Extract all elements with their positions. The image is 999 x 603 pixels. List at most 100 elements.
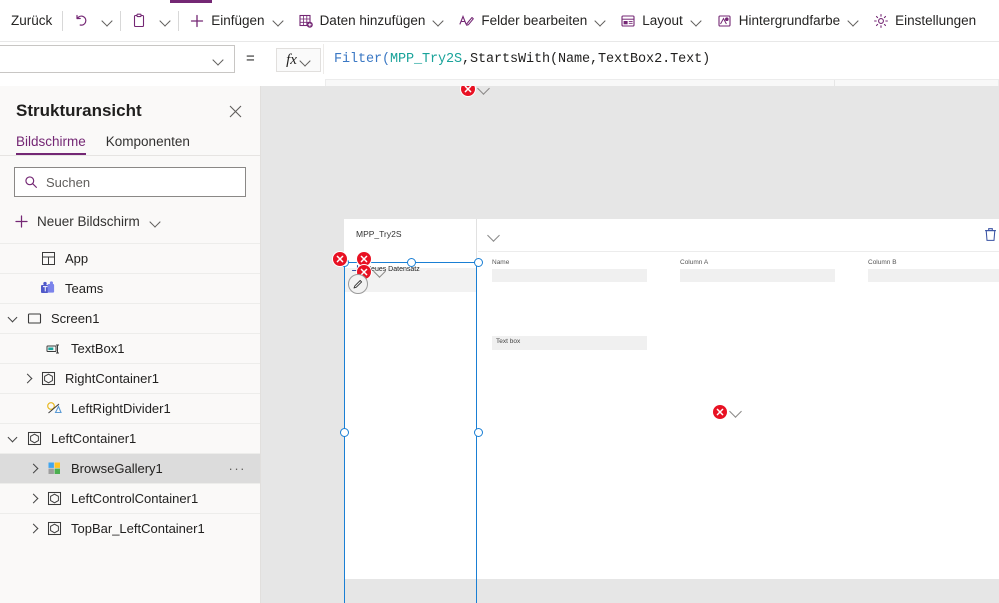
error-badge-left[interactable] — [332, 251, 348, 267]
resize-handle-top-right[interactable] — [474, 258, 483, 267]
form-field-input[interactable] — [868, 269, 999, 282]
tree-view-header: Strukturansicht — [0, 86, 260, 126]
toolbar-divider — [178, 10, 180, 31]
chevron-right-icon[interactable] — [26, 521, 42, 537]
form-field-label: Column B — [868, 259, 897, 266]
search-icon — [24, 175, 38, 189]
resize-handle-middle-left[interactable] — [340, 428, 349, 437]
chevron-down-icon[interactable] — [6, 431, 22, 447]
tree-item-label: BrowseGallery1 — [71, 461, 163, 476]
form-field-name: Name — [478, 259, 666, 282]
paste-button[interactable] — [124, 5, 154, 37]
powerapps-studio: Zurück Einfügen Daten hinzufügen Felder … — [0, 0, 999, 603]
chevron-down-icon — [300, 55, 311, 66]
formula-token-table: MPP_Try2S — [390, 51, 463, 67]
insert-button[interactable]: Einfügen — [182, 5, 290, 37]
search-input[interactable]: Suchen — [14, 167, 246, 197]
app-canvas[interactable]: MPP_Try2S Neues Datensatz Name Column A … — [261, 86, 999, 603]
close-icon[interactable] — [224, 100, 246, 122]
resize-handle-middle-right[interactable] — [474, 428, 483, 437]
detail-form-toolbar — [478, 219, 999, 252]
error-badge-textbox[interactable] — [712, 404, 728, 420]
tree-item-leftcontrolcontainer1[interactable]: LeftControlContainer1 — [0, 483, 260, 513]
search-container: Suchen — [0, 156, 260, 197]
resize-handle-top-middle[interactable] — [407, 258, 416, 267]
chevron-down-icon — [433, 15, 444, 26]
caret-placeholder — [26, 341, 42, 357]
tree-item-label: App — [65, 251, 89, 266]
new-screen-button[interactable]: Neuer Bildschirm — [0, 204, 260, 238]
teams-icon — [38, 281, 58, 296]
background-color-button[interactable]: Hintergrundfarbe — [709, 5, 866, 37]
tab-components[interactable]: Komponenten — [106, 134, 190, 155]
tree-item-browsegallery1[interactable]: BrowseGallery1 ··· — [0, 453, 260, 483]
active-tab-indicator — [170, 0, 212, 3]
back-button-label: Zurück — [11, 13, 53, 28]
insert-label: Einfügen — [211, 13, 265, 28]
container-icon — [38, 371, 58, 386]
chevron-down-icon — [848, 15, 859, 26]
tree-item-teams[interactable]: Teams — [0, 273, 260, 303]
layout-icon — [620, 13, 636, 29]
selection-rectangle[interactable] — [340, 258, 483, 603]
tab-screens-label: Bildschirme — [16, 134, 86, 149]
back-button[interactable]: Zurück — [4, 5, 59, 37]
chevron-down-icon — [213, 54, 224, 65]
tree-item-textbox1[interactable]: TextBox1 — [0, 333, 260, 363]
tree-item-rightcontainer1[interactable]: RightContainer1 — [0, 363, 260, 393]
caret-placeholder — [20, 251, 36, 267]
detail-form: Name Column A Column B Text box — [478, 219, 999, 579]
formula-token-rest: ,StartsWith(Name,TextBox2.Text) — [462, 51, 711, 67]
formula-equals-sign: = — [246, 50, 255, 67]
chevron-right-icon[interactable] — [20, 371, 36, 387]
chevron-down-icon[interactable] — [6, 311, 22, 327]
fx-button[interactable]: fx — [276, 48, 321, 72]
tree-item-list: App Teams Screen1 TextBox1 RightContaine… — [0, 243, 260, 543]
settings-button[interactable]: Einstellungen — [866, 5, 983, 37]
add-data-button[interactable]: Daten hinzufügen — [291, 5, 452, 37]
tab-screens[interactable]: Bildschirme — [16, 134, 86, 155]
tree-item-leftcontainer1[interactable]: LeftContainer1 — [0, 423, 260, 453]
formula-token-function: Filter( — [334, 51, 391, 67]
tree-item-app[interactable]: App — [0, 243, 260, 273]
property-selector[interactable]: ns — [0, 45, 235, 73]
error-badge-gallery-title[interactable] — [460, 86, 476, 97]
undo-button[interactable] — [66, 5, 96, 37]
tree-item-more-button[interactable]: ··· — [229, 461, 247, 476]
chevron-down-icon[interactable] — [488, 230, 500, 242]
formula-input[interactable]: Filter(MPP_Try2S ,StartsWith(Name,TextBox… — [323, 44, 999, 74]
tab-components-label: Komponenten — [105, 134, 190, 149]
edit-fields-label: Felder bearbeiten — [481, 13, 588, 28]
detail-form-actions — [984, 227, 999, 247]
chevron-right-icon[interactable] — [26, 491, 42, 507]
form-field-input[interactable] — [680, 269, 835, 282]
undo-dropdown[interactable] — [96, 5, 117, 37]
chevron-down-icon — [102, 15, 113, 26]
chevron-right-icon[interactable] — [26, 461, 42, 477]
toolbar-divider — [62, 10, 64, 31]
trash-icon[interactable] — [984, 227, 997, 247]
tree-item-topbar-leftcontainer1[interactable]: TopBar_LeftContainer1 — [0, 513, 260, 543]
caret-placeholder — [20, 281, 36, 297]
chevron-down-icon — [160, 15, 171, 26]
edit-fields-button[interactable]: Felder bearbeiten — [451, 5, 613, 37]
search-placeholder: Suchen — [46, 174, 91, 190]
tree-item-screen1[interactable]: Screen1 — [0, 303, 260, 333]
error-chevron-textbox[interactable] — [730, 406, 743, 419]
tree-item-leftrightdivider1[interactable]: LeftRightDivider1 — [0, 393, 260, 423]
gallery-icon — [44, 461, 64, 476]
tree-item-label: LeftRightDivider1 — [71, 401, 171, 416]
caret-placeholder — [26, 401, 42, 417]
layout-button[interactable]: Layout — [613, 5, 709, 37]
form-field-input[interactable] — [492, 269, 647, 282]
chevron-down-icon — [273, 15, 284, 26]
error-chevron-gallery-row[interactable] — [374, 266, 387, 279]
form-field-column-b: Column B — [854, 259, 999, 282]
error-chevron-gallery-title[interactable] — [478, 86, 491, 96]
container-icon — [24, 431, 44, 446]
edit-badge-icon[interactable] — [348, 274, 368, 294]
paste-dropdown[interactable] — [154, 5, 175, 37]
clipboard-icon — [131, 13, 147, 29]
textbox-control[interactable]: Text box — [492, 336, 647, 350]
textbox-icon — [44, 342, 64, 356]
